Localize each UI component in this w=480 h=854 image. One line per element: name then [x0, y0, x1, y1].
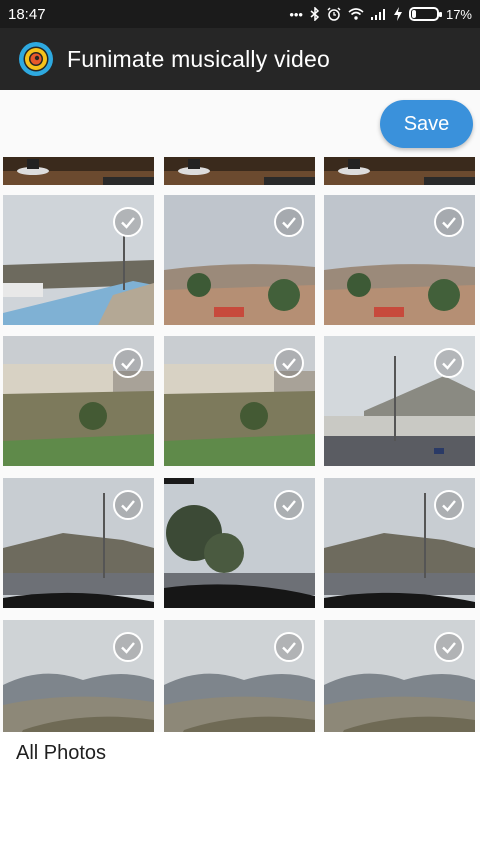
- funimate-logo-icon: [19, 42, 53, 76]
- status-icons: ••• 17%: [289, 7, 472, 22]
- photo-grid: [0, 157, 480, 732]
- photo-thumbnail[interactable]: [3, 478, 154, 611]
- app-title: Funimate musically video: [67, 45, 331, 72]
- battery-percent: 17%: [445, 6, 472, 22]
- battery-icon: [408, 7, 442, 21]
- battery-fill: [411, 10, 417, 18]
- selected-check-icon[interactable]: [274, 348, 304, 378]
- status-time: 18:47: [8, 5, 46, 23]
- photo-thumbnail[interactable]: [3, 157, 154, 185]
- signal-icon: [370, 9, 385, 20]
- selected-check-icon[interactable]: [274, 490, 304, 520]
- photo-image: [164, 157, 315, 185]
- alarm-icon: [327, 7, 341, 21]
- photo-thumbnail[interactable]: [164, 336, 315, 469]
- photo-image: [324, 157, 475, 185]
- bluetooth-icon: [310, 7, 320, 21]
- photo-thumbnail[interactable]: [164, 478, 315, 611]
- selected-check-icon[interactable]: [113, 207, 143, 237]
- photo-thumbnail[interactable]: [164, 620, 315, 732]
- album-selector[interactable]: All Photos: [0, 732, 480, 854]
- selected-check-icon[interactable]: [274, 207, 304, 237]
- photo-image: [3, 157, 154, 185]
- status-bar: 18:47 ••• 17%: [0, 0, 480, 28]
- save-button[interactable]: Save: [380, 100, 473, 148]
- selected-check-icon[interactable]: [113, 490, 143, 520]
- photo-thumbnail[interactable]: [3, 195, 154, 328]
- selected-check-icon[interactable]: [434, 632, 464, 662]
- selected-check-icon[interactable]: [434, 490, 464, 520]
- charging-icon: [393, 7, 402, 21]
- photo-thumbnail[interactable]: [324, 620, 475, 732]
- more-icon: •••: [289, 6, 303, 22]
- photo-thumbnail[interactable]: [324, 157, 475, 185]
- photo-thumbnail[interactable]: [164, 157, 315, 185]
- selected-check-icon[interactable]: [274, 632, 304, 662]
- app-bar: Funimate musically video: [0, 28, 480, 90]
- selected-check-icon[interactable]: [434, 207, 464, 237]
- selected-check-icon[interactable]: [434, 348, 464, 378]
- photo-thumbnail[interactable]: [3, 620, 154, 732]
- photo-thumbnail[interactable]: [324, 478, 475, 611]
- photo-thumbnail[interactable]: [164, 195, 315, 328]
- photo-thumbnail[interactable]: [3, 336, 154, 469]
- wifi-icon: [348, 8, 364, 20]
- photo-thumbnail[interactable]: [324, 336, 475, 469]
- photo-thumbnail[interactable]: [324, 195, 475, 328]
- album-label: All Photos: [16, 742, 107, 764]
- selected-check-icon[interactable]: [113, 632, 143, 662]
- selected-check-icon[interactable]: [113, 348, 143, 378]
